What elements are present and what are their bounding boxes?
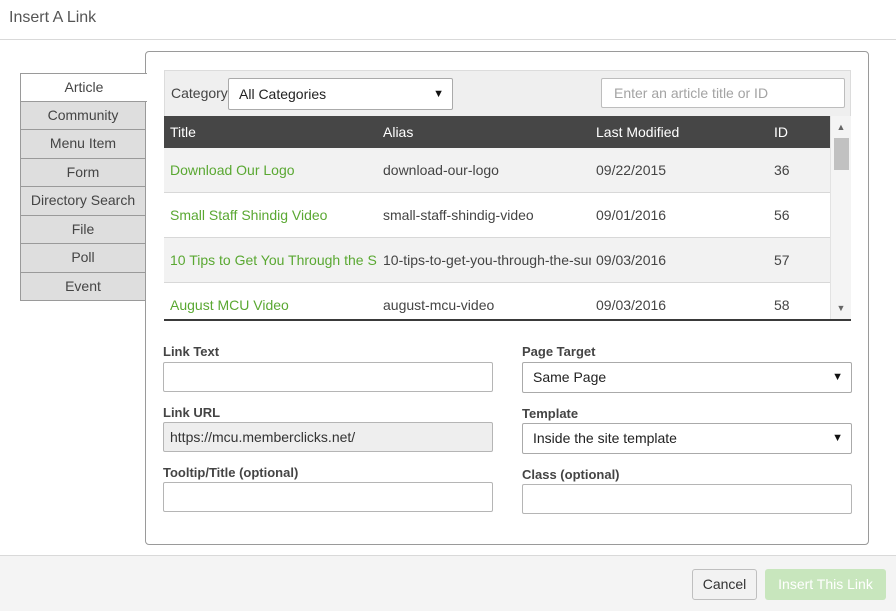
row-modified: 09/01/2016 — [596, 207, 667, 223]
dialog-footer: Cancel Insert This Link — [0, 555, 896, 611]
tooltip-label: Tooltip/Title (optional) — [163, 465, 299, 480]
dialog-header: Insert A Link — [0, 0, 896, 40]
category-label: Category: — [171, 85, 232, 101]
class-input[interactable] — [522, 484, 852, 514]
caret-down-icon: ▼ — [832, 371, 843, 383]
row-modified: 09/03/2016 — [596, 297, 667, 313]
scroll-up-arrow-icon[interactable]: ▲ — [831, 118, 851, 136]
page-target-label: Page Target — [522, 344, 596, 359]
link-url-label: Link URL — [163, 405, 221, 420]
row-alias: 10-tips-to-get-you-through-the-summer — [383, 252, 591, 268]
table-scrollbar[interactable]: ▲ ▼ — [830, 116, 851, 319]
filter-bar: Category: All Categories ▼ — [164, 70, 851, 116]
row-id: 57 — [774, 252, 790, 268]
dialog-title: Insert A Link — [9, 9, 97, 26]
row-title[interactable]: August MCU Video — [170, 297, 377, 313]
insert-link-button[interactable]: Insert This Link — [765, 569, 886, 600]
table-row[interactable]: 10 Tips to Get You Through the Summer 10… — [164, 238, 830, 283]
tab-directory-search[interactable]: Directory Search — [20, 187, 146, 216]
class-label: Class (optional) — [522, 467, 620, 482]
scroll-thumb[interactable] — [834, 138, 849, 170]
tab-form[interactable]: Form — [20, 158, 146, 187]
template-select[interactable]: Inside the site template ▼ — [522, 423, 852, 454]
template-label: Template — [522, 406, 579, 421]
tab-community[interactable]: Community — [20, 101, 146, 130]
tooltip-input[interactable] — [163, 482, 493, 512]
link-url-input[interactable]: https://mcu.memberclicks.net/ — [163, 422, 493, 452]
article-search-input[interactable] — [601, 78, 845, 108]
column-header-title[interactable]: Title — [170, 124, 196, 140]
category-select[interactable]: All Categories ▼ — [228, 78, 453, 110]
table-row[interactable]: Small Staff Shindig Video small-staff-sh… — [164, 193, 830, 238]
tab-article[interactable]: Article — [20, 73, 147, 102]
category-value: All Categories — [239, 86, 327, 102]
table-row[interactable]: Download Our Logo download-our-logo 09/2… — [164, 148, 830, 193]
column-header-alias[interactable]: Alias — [383, 124, 413, 140]
row-modified: 09/22/2015 — [596, 162, 667, 178]
article-panel: Category: All Categories ▼ Title Alias L… — [145, 51, 869, 545]
tab-file[interactable]: File — [20, 215, 146, 244]
row-title[interactable]: Download Our Logo — [170, 162, 377, 178]
row-id: 58 — [774, 297, 790, 313]
row-modified: 09/03/2016 — [596, 252, 667, 268]
link-text-input[interactable] — [163, 362, 493, 392]
template-value: Inside the site template — [533, 430, 677, 446]
tab-poll[interactable]: Poll — [20, 244, 146, 273]
row-alias: small-staff-shindig-video — [383, 207, 534, 223]
articles-table: Title Alias Last Modified ID Download Ou… — [164, 116, 851, 321]
page-target-value: Same Page — [533, 369, 607, 385]
row-title[interactable]: Small Staff Shindig Video — [170, 207, 377, 223]
tab-event[interactable]: Event — [20, 272, 146, 301]
page-target-select[interactable]: Same Page ▼ — [522, 362, 852, 393]
row-alias: august-mcu-video — [383, 297, 495, 313]
column-header-last-modified[interactable]: Last Modified — [596, 124, 679, 140]
row-alias: download-our-logo — [383, 162, 499, 178]
table-row[interactable]: August MCU Video august-mcu-video 09/03/… — [164, 283, 830, 319]
tab-menu-item[interactable]: Menu Item — [20, 130, 146, 159]
row-title[interactable]: 10 Tips to Get You Through the Summer — [170, 252, 377, 268]
cancel-button[interactable]: Cancel — [692, 569, 757, 600]
row-id: 56 — [774, 207, 790, 223]
column-header-id[interactable]: ID — [774, 124, 788, 140]
caret-down-icon: ▼ — [832, 432, 843, 444]
scroll-down-arrow-icon[interactable]: ▼ — [831, 299, 851, 317]
caret-down-icon: ▼ — [433, 88, 444, 100]
link-type-tabs: Article Community Menu Item Form Directo… — [20, 73, 147, 301]
row-id: 36 — [774, 162, 790, 178]
table-header: Title Alias Last Modified ID — [164, 116, 830, 148]
link-text-label: Link Text — [163, 344, 220, 359]
